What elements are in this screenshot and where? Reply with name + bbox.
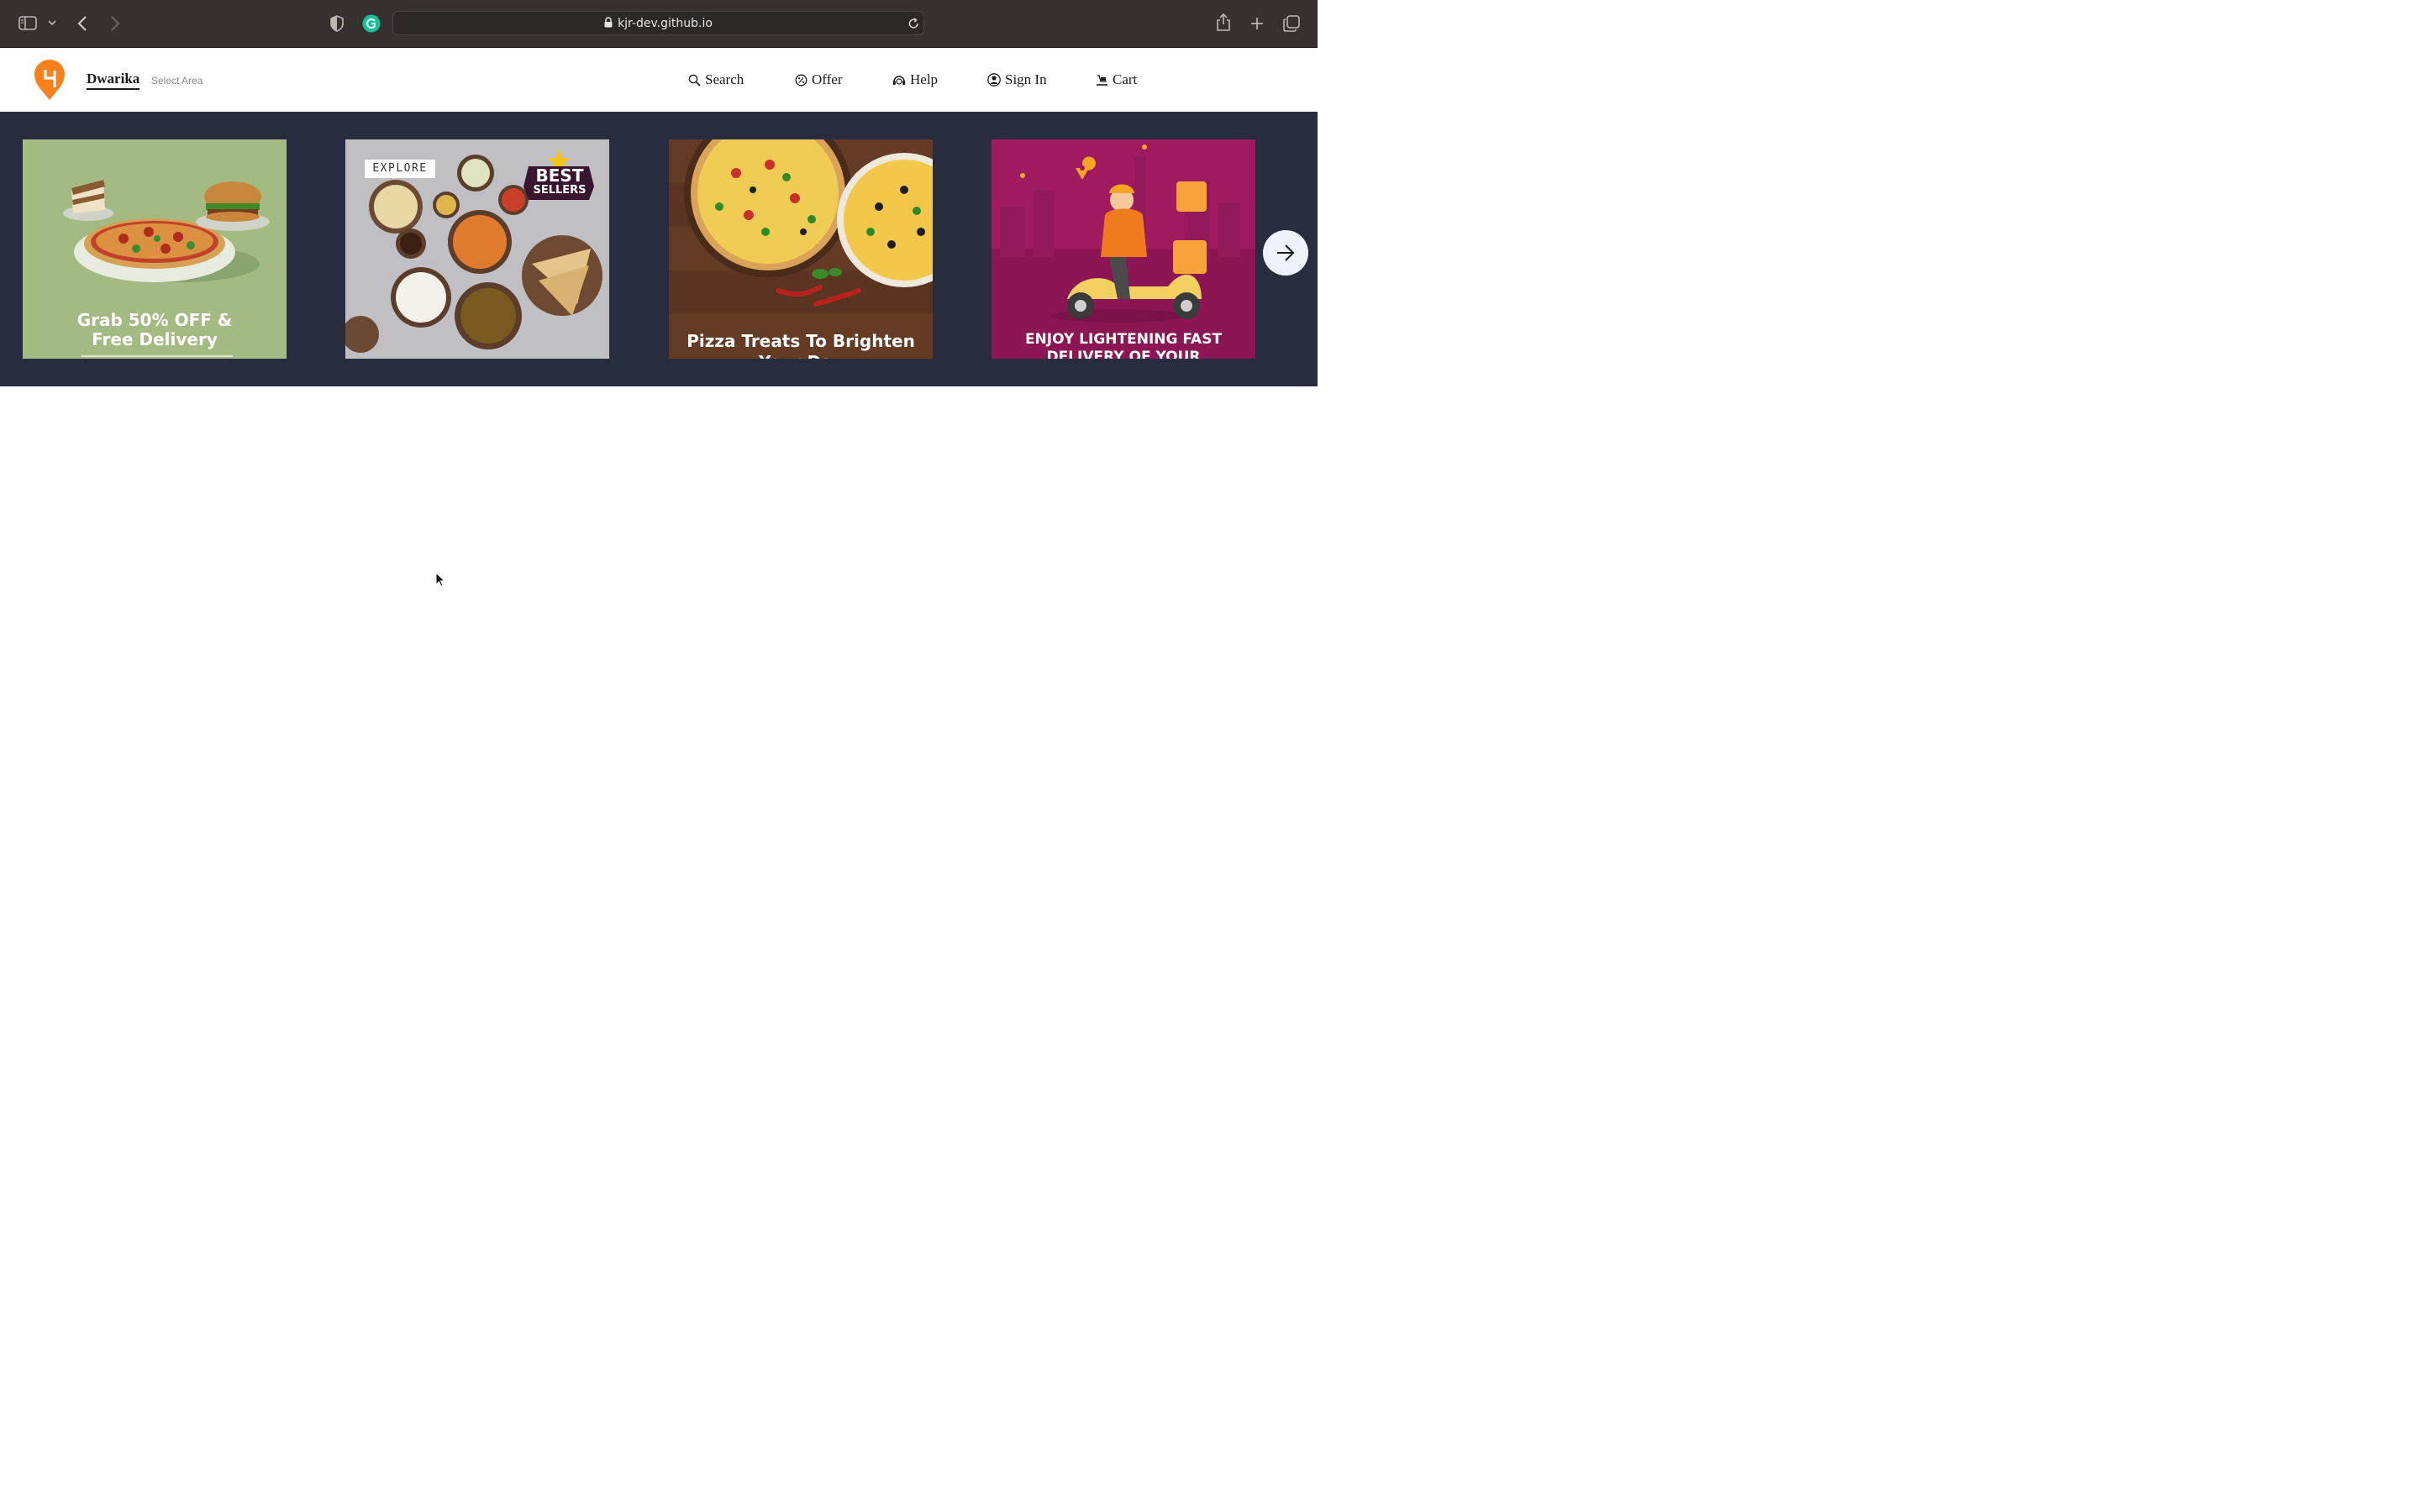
chevron-down-icon[interactable] <box>48 19 56 26</box>
search-icon <box>688 74 701 87</box>
nav-help[interactable]: Help <box>892 71 938 89</box>
offers-carousel: Grab 50% OFF & Free Delivery EXPLORE BES… <box>0 112 1318 386</box>
browser-toolbar: kjr-dev.github.io <box>0 0 1318 48</box>
forward-icon[interactable] <box>110 15 120 32</box>
new-tab-icon[interactable] <box>1250 17 1264 30</box>
nav-cart[interactable]: Cart <box>1096 71 1137 89</box>
offer-card-fast-delivery[interactable]: ENJOY LIGHTENING FAST DELIVERY OF YOUR <box>992 139 1255 359</box>
help-icon <box>892 74 906 87</box>
nav-search-label: Search <box>705 71 744 87</box>
offer-card-grab-50[interactable]: Grab 50% OFF & Free Delivery <box>23 139 287 359</box>
lock-icon <box>604 17 613 31</box>
location-name[interactable]: Dwarika <box>87 71 140 90</box>
offer-card-4-line2: DELIVERY OF YOUR <box>1046 349 1201 359</box>
tabs-overview-icon[interactable] <box>1283 15 1300 32</box>
back-icon[interactable] <box>77 15 87 32</box>
offer-card-1-line2: Free Delivery <box>92 329 218 349</box>
nav-offer[interactable]: Offer <box>795 71 843 89</box>
user-icon <box>987 73 1001 87</box>
address-bar[interactable]: kjr-dev.github.io <box>392 11 924 35</box>
nav-offer-label: Offer <box>812 71 843 87</box>
offer-card-4-line1: ENJOY LIGHTENING FAST <box>1024 331 1223 348</box>
offer-card-pizza-treats[interactable]: Pizza Treats To Brighten Your Day <box>669 139 933 359</box>
offer-card-fast-delivery-image <box>992 139 1255 359</box>
offer-card-1-line1: Grab 50% OFF & <box>76 310 233 330</box>
sidebar-icon[interactable] <box>18 16 37 31</box>
explore-tag-label: EXPLORE <box>372 162 428 175</box>
grammarly-icon[interactable] <box>362 14 381 33</box>
site-header: Dwarika Select Area Search Offer Help Si… <box>0 48 1318 112</box>
arrow-right-icon <box>1276 243 1296 267</box>
best-sellers-line2: SELLERS <box>533 184 587 197</box>
offer-card-3-line2: Your Day <box>669 352 933 359</box>
offer-card-3-line1: Pizza Treats To Brighten <box>687 331 915 351</box>
cart-icon <box>1096 74 1108 87</box>
privacy-shield-icon[interactable] <box>330 15 344 32</box>
nav-sign-in[interactable]: Sign In <box>987 71 1047 89</box>
offer-card-pizza-treats-image <box>669 139 933 359</box>
select-area-link[interactable]: Select Area <box>151 75 203 87</box>
nav-sign-in-label: Sign In <box>1005 71 1047 87</box>
best-sellers-badge: BEST SELLERS <box>526 166 593 197</box>
offer-card-best-sellers[interactable]: EXPLORE BEST SELLERS <box>345 139 609 359</box>
reload-icon[interactable] <box>908 18 919 29</box>
nav-help-label: Help <box>910 71 939 87</box>
carousel-next-button[interactable] <box>1263 230 1308 276</box>
offer-icon <box>795 74 808 87</box>
nav-cart-label: Cart <box>1113 71 1138 87</box>
best-sellers-line1: BEST <box>535 165 584 186</box>
mouse-cursor-icon <box>435 571 446 591</box>
caption-underline <box>82 355 233 357</box>
nav-search[interactable]: Search <box>688 71 744 89</box>
explore-tag: EXPLORE <box>365 160 435 178</box>
swiggy-logo[interactable] <box>34 60 65 104</box>
share-icon[interactable] <box>1216 13 1231 32</box>
url-text: kjr-dev.github.io <box>618 17 713 30</box>
